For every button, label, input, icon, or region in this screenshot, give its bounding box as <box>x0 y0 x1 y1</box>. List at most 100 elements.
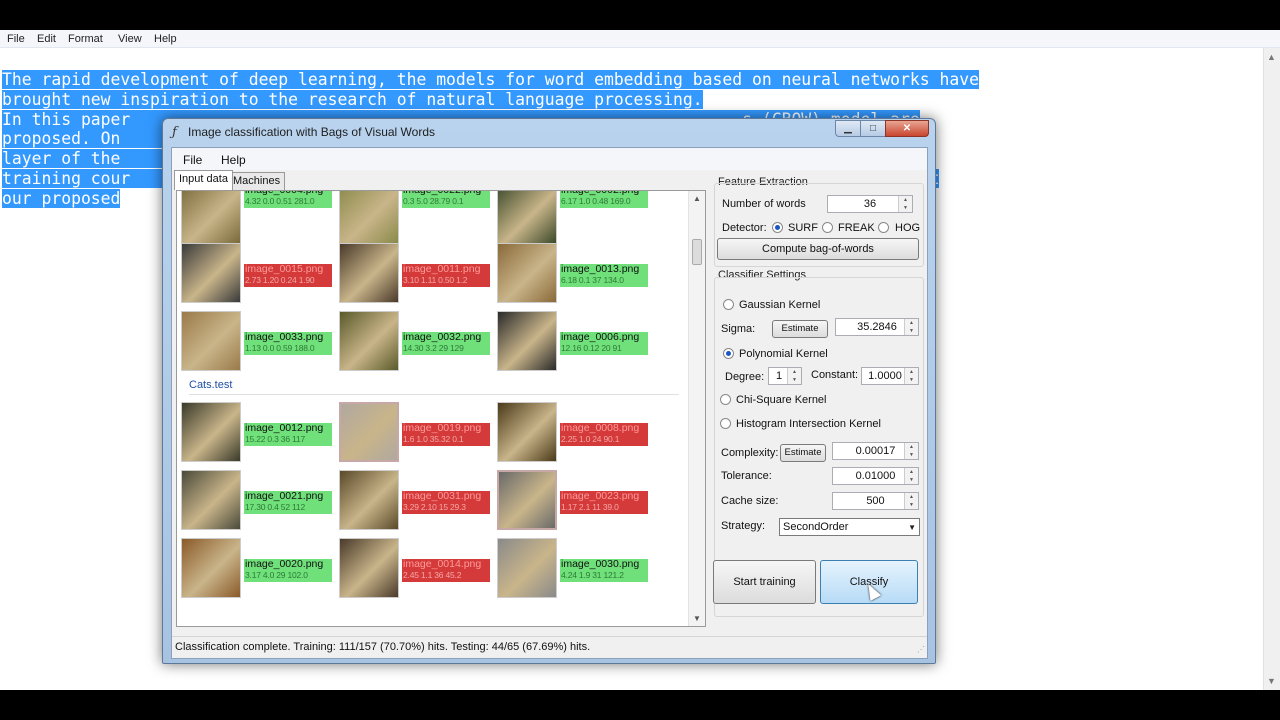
image-thumbnail[interactable] <box>339 470 399 530</box>
image-label[interactable]: image_0032.png 14.30 3.2 29 129 <box>402 332 490 355</box>
strategy-select[interactable]: SecondOrder ▼ <box>779 518 920 536</box>
image-thumbnail[interactable] <box>497 470 557 530</box>
image-name: image_0006.png <box>561 332 640 343</box>
image-label[interactable]: image_0022.png 0.3 5.0 28.79 0.1 <box>402 191 490 208</box>
image-label[interactable]: image_0002.png 6.17 1.0 0.48 169.0 <box>560 191 648 208</box>
image-label[interactable]: image_0013.png 6.18 0.1 37 134.0 <box>560 264 648 287</box>
image-label[interactable]: image_0004.png 4.32 0.0 0.51 281.0 <box>244 191 332 208</box>
stepper-arrows-icon[interactable]: ▲ ▼ <box>904 319 918 335</box>
image-thumbnail[interactable] <box>339 243 399 303</box>
tolerance-stepper[interactable]: 0.01000 ▲ ▼ <box>832 467 919 485</box>
radio-gaussian[interactable] <box>723 299 734 310</box>
image-stats: 2.25 1.0 24 90.1 <box>561 434 620 444</box>
image-name: image_0032.png <box>403 332 482 343</box>
radio-hog[interactable] <box>878 222 889 233</box>
image-stats: 6.18 0.1 37 134.0 <box>561 275 624 285</box>
image-thumbnail[interactable] <box>181 191 241 244</box>
image-thumbnail[interactable] <box>339 191 399 244</box>
text-line: The rapid development of deep learning, … <box>2 70 979 89</box>
image-label[interactable]: image_0030.png 4.24 1.9 31 121.2 <box>560 559 648 582</box>
image-thumbnail[interactable] <box>181 402 241 462</box>
constant-stepper[interactable]: 1.0000 ▲ ▼ <box>861 367 919 385</box>
image-thumbnail[interactable] <box>181 311 241 371</box>
image-name: image_0030.png <box>561 559 640 570</box>
image-thumbnail[interactable] <box>497 311 557 371</box>
complexity-stepper[interactable]: 0.00017 ▲ ▼ <box>832 442 919 460</box>
maximize-icon: □ <box>869 123 877 134</box>
image-label[interactable]: image_0019.png 1.6 1.0 35.32 0.1 <box>402 423 490 446</box>
complexity-estimate-button[interactable]: Estimate <box>780 444 826 462</box>
strategy-label: Strategy: <box>721 520 766 532</box>
image-label[interactable]: image_0006.png 12.16 0.12 20 91 <box>560 332 648 355</box>
grid-scrollbar[interactable]: ▲ ▼ <box>688 191 705 626</box>
status-text: Classification complete. Training: 111/1… <box>175 641 591 653</box>
image-thumbnail[interactable] <box>181 470 241 530</box>
image-thumbnail[interactable] <box>497 402 557 462</box>
image-thumbnail[interactable] <box>497 538 557 598</box>
scroll-up-icon[interactable]: ▲ <box>1267 52 1276 62</box>
close-button[interactable]: ✕ <box>885 120 929 137</box>
stepper-arrows-icon[interactable]: ▲ ▼ <box>904 443 918 459</box>
scroll-down-icon[interactable]: ▼ <box>693 614 701 623</box>
image-label[interactable]: image_0031.png 3.29 2.10 15 29.3 <box>402 491 490 514</box>
image-thumbnail[interactable] <box>181 538 241 598</box>
notepad-menubar: File Edit Format View Help <box>0 30 1280 48</box>
notepad-scrollbar[interactable]: ▲ ▼ <box>1263 48 1280 690</box>
notepad-menu-format[interactable]: Format <box>68 33 103 45</box>
image-grid[interactable]: image_0004.png 4.32 0.0 0.51 281.0 image_0… <box>176 190 706 627</box>
image-label[interactable]: image_0012.png 15.22 0.3 36 117 <box>244 423 332 446</box>
image-label[interactable]: image_0023.png 1.17 2.1 11 39.0 <box>560 491 648 514</box>
start-training-button[interactable]: Start training <box>713 560 816 604</box>
image-label[interactable]: image_0011.png 3.10 1.11 0.50 1.2 <box>402 264 490 287</box>
radio-polynomial[interactable] <box>723 348 734 359</box>
stepper-arrows-icon[interactable]: ▲ ▼ <box>904 468 918 484</box>
minimize-button[interactable]: ▁ <box>835 120 861 137</box>
image-label[interactable]: image_0033.png 1.13 0.0 0.59 188.0 <box>244 332 332 355</box>
image-stats: 3.10 1.11 0.50 1.2 <box>403 275 468 285</box>
image-label[interactable]: image_0015.png 2.73 1.20 0.24 1.90 <box>244 264 332 287</box>
image-name: image_0031.png <box>403 491 482 502</box>
image-name: image_0015.png <box>245 264 324 275</box>
cache-size-stepper[interactable]: 500 ▲ ▼ <box>832 492 919 510</box>
sigma-stepper[interactable]: 35.2846 ▲ ▼ <box>835 318 919 336</box>
tab-machines[interactable]: Machines <box>228 172 286 190</box>
notepad-menu-view[interactable]: View <box>118 33 142 45</box>
radio-surf[interactable] <box>772 222 783 233</box>
stepper-arrows-icon[interactable]: ▲ ▼ <box>904 493 918 509</box>
image-label[interactable]: image_0020.png 3.17 4.0 29 102.0 <box>244 559 332 582</box>
compute-bag-of-words-button[interactable]: Compute bag-of-words <box>717 238 919 260</box>
scroll-up-icon[interactable]: ▲ <box>693 194 701 203</box>
detector-label: Detector: <box>722 222 767 234</box>
scroll-thumb[interactable] <box>692 239 702 265</box>
image-thumbnail[interactable] <box>181 243 241 303</box>
radio-freak[interactable] <box>822 222 833 233</box>
group-separator <box>189 394 679 395</box>
radio-chi-square[interactable] <box>720 394 731 405</box>
sigma-estimate-button[interactable]: Estimate <box>772 320 828 338</box>
radio-histogram[interactable] <box>720 418 731 429</box>
image-thumbnail[interactable] <box>339 402 399 462</box>
stepper-arrows-icon[interactable]: ▲ ▼ <box>787 368 801 384</box>
resize-grip-icon[interactable]: ⋰ <box>917 645 925 654</box>
notepad-menu-file[interactable]: File <box>7 33 25 45</box>
menu-help[interactable]: Help <box>221 153 246 167</box>
image-label[interactable]: image_0021.png 17.30 0.4 52 112 <box>244 491 332 514</box>
num-words-stepper[interactable]: 36 ▲ ▼ <box>827 195 913 213</box>
menu-file[interactable]: File <box>183 153 202 167</box>
tab-input-data[interactable]: Input data <box>174 170 233 190</box>
image-thumbnail[interactable] <box>497 191 557 244</box>
stepper-arrows-icon[interactable]: ▲ ▼ <box>904 368 918 384</box>
maximize-button[interactable]: □ <box>860 120 886 137</box>
image-thumbnail[interactable] <box>339 311 399 371</box>
notepad-menu-edit[interactable]: Edit <box>37 33 56 45</box>
title-bar[interactable]: ƒ Image classification with Bags of Visu… <box>163 119 935 145</box>
stepper-arrows-icon[interactable]: ▲ ▼ <box>898 196 912 212</box>
scroll-down-icon[interactable]: ▼ <box>1267 676 1276 686</box>
degree-stepper[interactable]: 1 ▲ ▼ <box>768 367 802 385</box>
image-name: image_0033.png <box>245 332 324 343</box>
notepad-menu-help[interactable]: Help <box>154 33 177 45</box>
image-label[interactable]: image_0014.png 2.45 1.1 36 45.2 <box>402 559 490 582</box>
image-label[interactable]: image_0008.png 2.25 1.0 24 90.1 <box>560 423 648 446</box>
image-thumbnail[interactable] <box>339 538 399 598</box>
image-thumbnail[interactable] <box>497 243 557 303</box>
